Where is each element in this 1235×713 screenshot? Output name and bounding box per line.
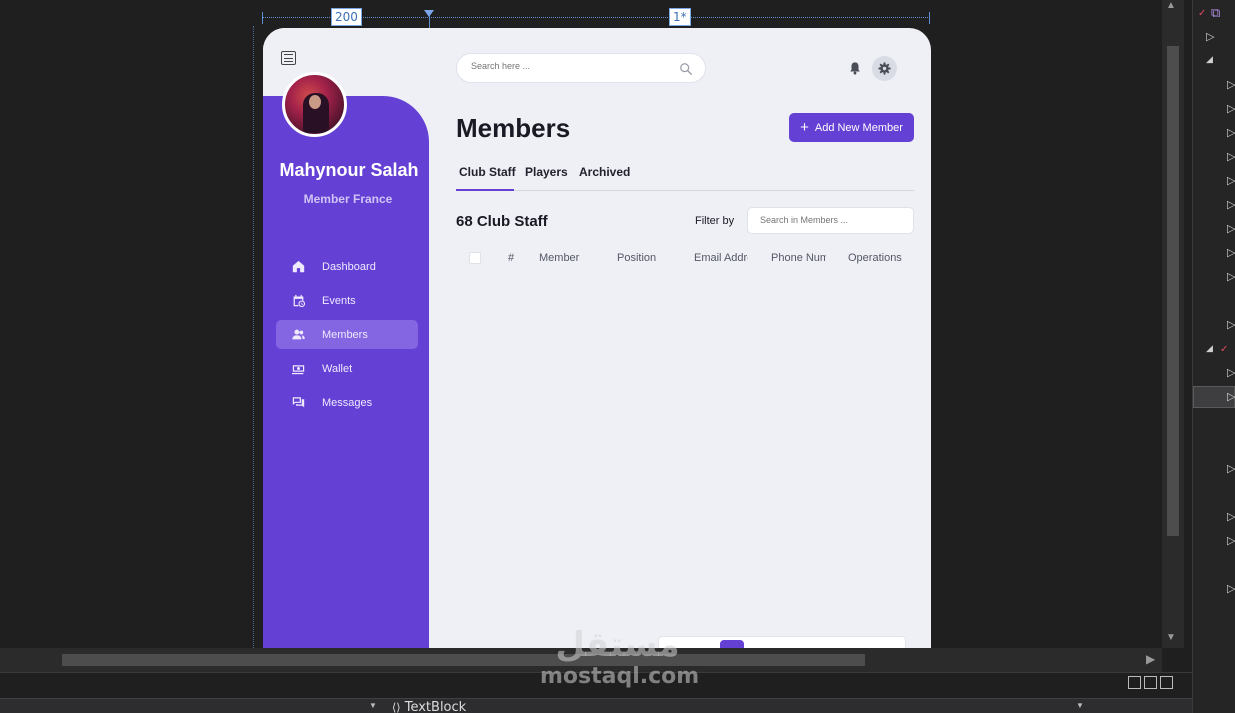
check-icon: ✓	[1198, 8, 1207, 19]
designer-window-icon: ⧉	[1211, 5, 1221, 20]
horizontal-split-icon[interactable]	[1144, 676, 1157, 689]
expand-arrow-icon[interactable]: ▷	[1227, 582, 1235, 595]
sidebar-item-members[interactable]: Members	[276, 320, 418, 349]
expand-arrow-icon[interactable]: ▷	[1227, 534, 1235, 547]
horizontal-scrollbar-thumb[interactable]	[62, 654, 865, 666]
settings-button[interactable]	[872, 56, 897, 81]
plus-icon: +	[800, 119, 809, 136]
chevron-down-icon[interactable]: ▼	[1076, 701, 1084, 710]
sidebar-item-label: Members	[322, 328, 368, 341]
column-guide-tick-start	[262, 12, 263, 24]
column-width-label-right[interactable]: 1*	[669, 8, 691, 26]
chevron-down-icon[interactable]: ▼	[369, 701, 377, 710]
expand-arrow-icon[interactable]: ▷	[1227, 366, 1235, 379]
member-search-input[interactable]	[760, 215, 905, 225]
sidebar-item-label: Messages	[322, 396, 373, 409]
vertical-split-icon[interactable]	[1128, 676, 1141, 689]
scroll-right-icon[interactable]: ▶	[1146, 652, 1155, 666]
expand-arrow-icon[interactable]: ▷	[1227, 462, 1235, 475]
split-view-buttons	[1128, 676, 1173, 689]
staff-count-title: 68 Club Staff	[456, 213, 548, 230]
column-guide-tick-end	[929, 12, 930, 24]
tab-players[interactable]: Players	[525, 165, 568, 179]
element-breadcrumb[interactable]: ⟨⟩ TextBlock	[392, 700, 466, 713]
column-header-operations[interactable]: Operations	[848, 252, 912, 264]
tab-club-staff[interactable]: Club Staff	[459, 165, 516, 179]
filter-label: Filter by	[695, 215, 735, 227]
tabs-divider	[456, 190, 914, 191]
scroll-down-icon[interactable]: ▼	[1166, 632, 1176, 643]
element-type-label: TextBlock	[404, 700, 467, 713]
sidebar-item-label: Wallet	[322, 362, 353, 375]
collapse-pane-icon[interactable]	[1160, 676, 1173, 689]
expand-arrow-icon[interactable]: ▷	[1227, 78, 1235, 91]
sidebar-item-dashboard[interactable]: Dashboard	[276, 252, 418, 281]
vertical-scrollbar-thumb[interactable]	[1167, 46, 1179, 536]
column-width-label-left[interactable]: 200	[331, 8, 362, 26]
money-icon	[291, 362, 305, 376]
expand-arrow-icon[interactable]: ▷	[1227, 150, 1235, 163]
collapse-arrow-icon[interactable]: ◢	[1206, 343, 1213, 354]
expand-arrow-icon[interactable]: ▷	[1227, 222, 1235, 235]
column-header-index[interactable]: #	[508, 252, 522, 264]
add-member-label: Add New Member	[814, 121, 903, 134]
members-app-window: Mahynour Salah Member France Dashboard E…	[263, 28, 931, 648]
user-role: Member France	[303, 192, 393, 206]
home-icon	[291, 260, 305, 274]
expand-arrow-icon[interactable]: ▷	[1227, 198, 1235, 211]
column-guide-line	[262, 17, 930, 18]
expand-arrow-icon[interactable]: ▷	[1227, 102, 1235, 115]
xaml-navigation-bar	[0, 698, 1192, 713]
sidebar-item-messages[interactable]: Messages	[276, 388, 418, 417]
column-header-member[interactable]: Member	[539, 252, 597, 264]
sidebar-item-label: Events	[322, 294, 356, 307]
hamburger-menu-icon[interactable]	[281, 51, 296, 65]
scroll-up-icon[interactable]: ▲	[1166, 0, 1176, 11]
chat-icon	[291, 396, 305, 410]
pagination-active-page[interactable]	[720, 640, 744, 648]
active-tab-indicator	[456, 189, 514, 191]
sidebar-item-label: Dashboard	[322, 260, 376, 273]
select-all-checkbox[interactable]	[469, 252, 481, 264]
collapse-arrow-icon[interactable]: ◢	[1206, 54, 1213, 65]
gear-icon	[878, 62, 891, 75]
search-input[interactable]	[471, 61, 671, 71]
page-title: Members	[456, 113, 571, 143]
sidebar-item-events[interactable]: Events	[276, 286, 418, 315]
column-splitter-handle[interactable]	[424, 10, 434, 17]
expand-arrow-icon[interactable]: ▷	[1227, 390, 1235, 403]
expand-arrow-icon[interactable]: ▷	[1227, 174, 1235, 187]
avatar-face	[309, 95, 321, 109]
expand-arrow-icon[interactable]: ▷	[1227, 510, 1235, 523]
calendar-clock-icon	[291, 294, 305, 308]
tab-archived[interactable]: Archived	[579, 165, 630, 179]
user-name: Mahynour Salah	[279, 160, 419, 180]
people-icon	[291, 328, 305, 342]
column-header-email[interactable]: Email Address	[694, 252, 748, 264]
expand-arrow-icon[interactable]: ▷	[1227, 246, 1235, 259]
designer-guide-left	[253, 26, 254, 648]
expand-arrow-icon[interactable]: ▷	[1227, 126, 1235, 139]
avatar[interactable]	[282, 72, 347, 137]
search-box[interactable]	[456, 53, 706, 83]
sidebar-item-wallet[interactable]: Wallet	[276, 354, 418, 383]
xaml-element-icon: ⟨⟩	[392, 701, 401, 713]
check-icon: ✓	[1220, 344, 1229, 355]
pagination	[658, 636, 906, 648]
filter-box[interactable]	[747, 207, 914, 234]
expand-arrow-icon[interactable]: ▷	[1227, 270, 1235, 283]
column-header-position[interactable]: Position	[617, 252, 675, 264]
add-member-button[interactable]: + Add New Member	[789, 113, 914, 142]
column-header-phone[interactable]: Phone Number	[771, 252, 826, 264]
expand-arrow-icon[interactable]: ▷	[1206, 30, 1214, 43]
bell-icon[interactable]	[848, 61, 862, 75]
expand-arrow-icon[interactable]: ▷	[1227, 318, 1235, 331]
search-icon[interactable]	[679, 62, 693, 76]
